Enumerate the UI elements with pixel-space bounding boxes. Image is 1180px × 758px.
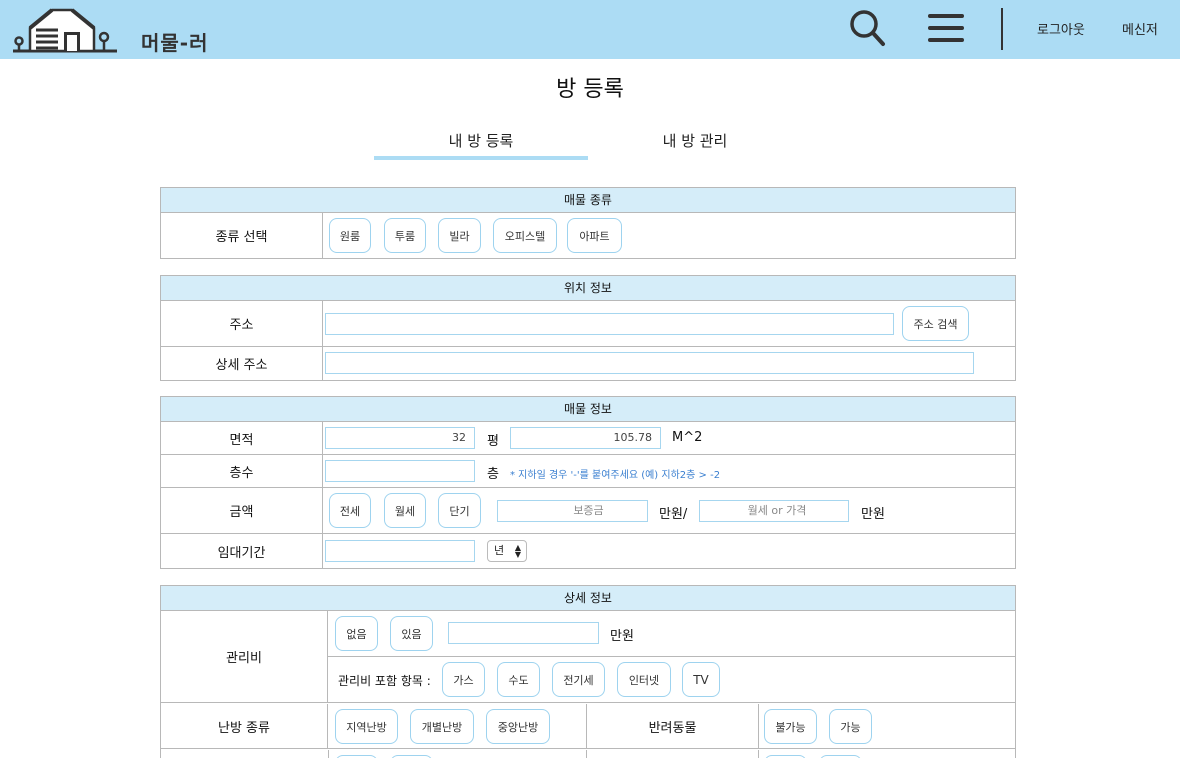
header-divider	[1001, 8, 1003, 50]
floor-label: 층수	[161, 455, 323, 487]
fee-item-electric-button[interactable]: 전기세	[552, 662, 605, 697]
heating-individual-button[interactable]: 개별난방	[410, 709, 474, 744]
pet-allowed-button[interactable]: 가능	[829, 709, 872, 744]
detail-address-label: 상세 주소	[161, 347, 323, 380]
heating-label: 난방 종류	[161, 704, 328, 748]
top-header: 머물-러 로그아웃 메신저	[0, 0, 1180, 59]
fee-item-gas-button[interactable]: 가스	[442, 662, 485, 697]
price-short-term-button[interactable]: 단기	[438, 493, 481, 528]
house-logo-icon[interactable]	[12, 6, 118, 54]
lease-period-unit-select[interactable]: 년 ▲ ▼	[487, 540, 527, 562]
fee-item-tv-button[interactable]: TV	[682, 662, 720, 697]
type-oneroom-button[interactable]: 원룸	[329, 218, 371, 253]
section-title: 매물 종류	[161, 188, 1015, 213]
search-icon[interactable]	[848, 8, 886, 48]
type-tworoom-button[interactable]: 투룸	[384, 218, 426, 253]
column-divider	[758, 704, 759, 748]
page-title: 방 등록	[556, 77, 624, 102]
rent-input[interactable]: 월세 or 가격	[699, 500, 849, 522]
property-info-section: 매물 정보 면적 32 평 105.78 M^2 층수 층 * 지하일 경우 '…	[160, 396, 1016, 569]
fee-exists-button[interactable]: 있음	[390, 616, 433, 651]
messenger-link[interactable]: 메신저	[1122, 19, 1158, 38]
pet-not-allowed-button[interactable]: 불가능	[764, 709, 817, 744]
pyeong-unit: 평	[487, 434, 499, 449]
lease-period-input[interactable]	[325, 540, 475, 562]
pet-label: 반려동물	[648, 721, 697, 736]
column-divider	[758, 750, 759, 758]
column-divider	[328, 750, 329, 758]
area-pyeong-input[interactable]: 32	[325, 427, 475, 449]
heating-central-button[interactable]: 중앙난방	[486, 709, 550, 744]
section-title: 매물 정보	[161, 397, 1015, 422]
area-m2-input[interactable]: 105.78	[510, 427, 661, 449]
heating-pet-row: 난방 종류 지역난방 개별난방 중앙난방 반려동물 불가능 가능	[161, 704, 1015, 749]
lease-period-label: 임대기간	[161, 534, 323, 568]
location-section: 위치 정보 주소 주소 검색 상세 주소	[160, 275, 1016, 381]
fee-item-internet-button[interactable]: 인터넷	[617, 662, 671, 697]
section-title: 상세 정보	[161, 586, 1015, 611]
column-divider	[586, 750, 587, 758]
fee-items-label: 관리비 포함 항목 :	[338, 674, 431, 688]
select-value: 년	[494, 544, 505, 557]
tab-register-room[interactable]: 내 방 등록	[374, 130, 588, 151]
heating-district-button[interactable]: 지역난방	[335, 709, 398, 744]
price-monthly-button[interactable]: 월세	[384, 493, 426, 528]
deposit-unit: 만원/	[659, 507, 688, 522]
fee-amount-input[interactable]	[448, 622, 599, 644]
floor-note: * 지하일 경우 '-'를 붙여주세요 (예) 지하2층 > -2	[510, 470, 721, 481]
floor-input[interactable]	[325, 460, 475, 482]
fee-item-water-button[interactable]: 수도	[497, 662, 540, 697]
select-arrows-icon: ▲ ▼	[514, 543, 521, 559]
fee-row: 관리비 없음 있음 만원 관리비 포함 항목 : 가스 수도 전기세 인터넷 T…	[161, 611, 1015, 703]
logout-link[interactable]: 로그아웃	[1037, 19, 1085, 38]
type-select-label: 종류 선택	[161, 213, 323, 258]
active-tab-indicator	[374, 156, 588, 160]
address-label: 주소	[161, 301, 323, 346]
price-label: 금액	[161, 488, 323, 533]
brand-name[interactable]: 머물-러	[141, 27, 209, 56]
address-search-button[interactable]: 주소 검색	[902, 306, 969, 341]
price-jeonse-button[interactable]: 전세	[329, 493, 371, 528]
next-row-partial	[161, 750, 1015, 758]
tab-manage-room[interactable]: 내 방 관리	[588, 130, 802, 151]
detail-address-input[interactable]	[325, 352, 974, 374]
m2-unit: M^2	[672, 430, 703, 445]
type-apartment-button[interactable]: 아파트	[567, 218, 622, 253]
area-label: 면적	[161, 422, 323, 454]
section-title: 위치 정보	[161, 276, 1015, 301]
rent-unit: 만원	[861, 507, 885, 522]
fee-unit: 만원	[610, 629, 634, 644]
property-type-section: 매물 종류 종류 선택 원룸 투룸 빌라 오피스텔 아파트	[160, 187, 1016, 259]
detail-info-section: 상세 정보 관리비 없음 있음 만원 관리비 포함 항목 : 가스 수도 전기세…	[160, 585, 1016, 758]
address-input[interactable]	[325, 313, 894, 335]
type-officetel-button[interactable]: 오피스텔	[493, 218, 557, 253]
hamburger-menu-icon[interactable]	[928, 12, 964, 44]
deposit-input[interactable]: 보증금	[497, 500, 648, 522]
floor-unit: 층	[487, 467, 499, 482]
fee-label: 관리비	[161, 611, 328, 702]
type-villa-button[interactable]: 빌라	[438, 218, 481, 253]
fee-none-button[interactable]: 없음	[335, 616, 378, 651]
